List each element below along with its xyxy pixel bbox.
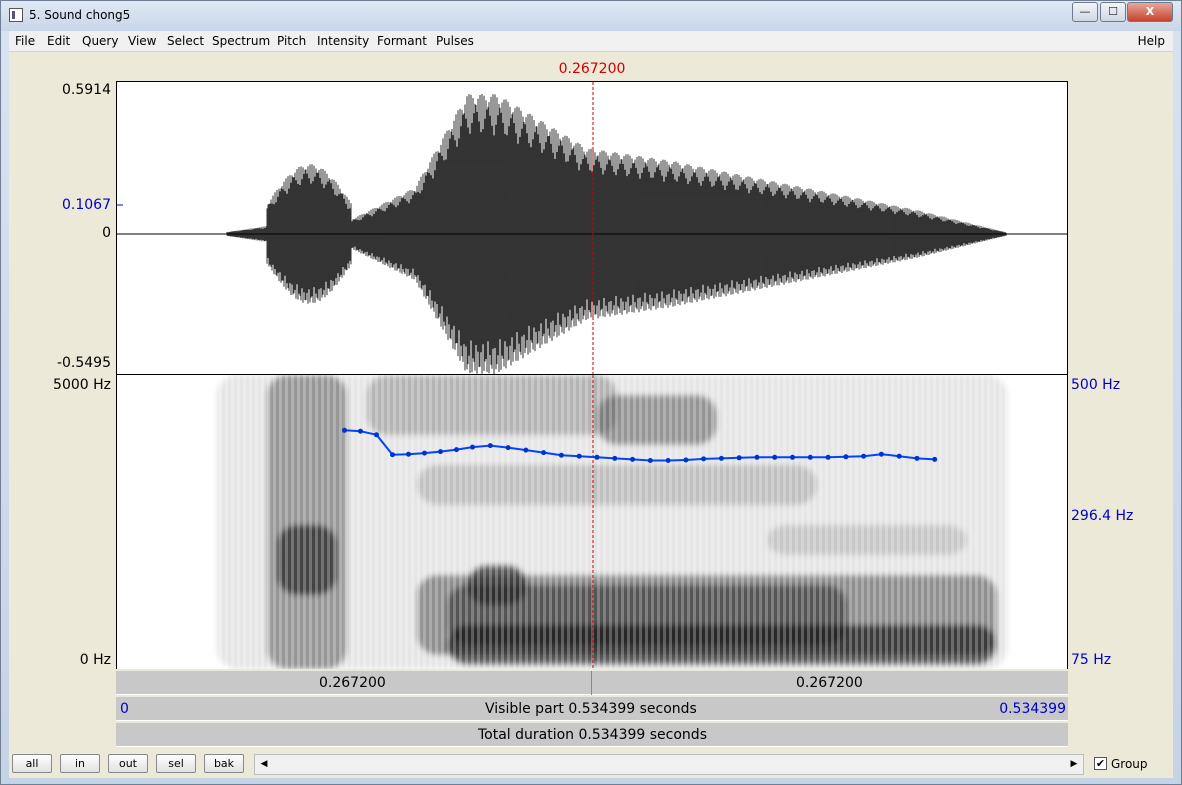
spectrogram-plot bbox=[217, 375, 1007, 669]
spectrogram-panel[interactable] bbox=[116, 375, 1068, 669]
maximize-button[interactable]: ☐ bbox=[1100, 2, 1126, 22]
menu-query[interactable]: Query bbox=[82, 34, 118, 48]
group-label: Group bbox=[1111, 757, 1148, 771]
pitch-point bbox=[683, 457, 689, 463]
pitch-point bbox=[647, 458, 653, 463]
menu-help[interactable]: Help bbox=[1138, 34, 1165, 48]
pitch-point bbox=[807, 454, 813, 460]
menu-file[interactable]: File bbox=[15, 34, 35, 48]
pitch-point bbox=[612, 455, 618, 461]
pitch-cursor-label: 296.4 Hz bbox=[1071, 508, 1134, 524]
pitch-point bbox=[825, 454, 831, 460]
visible-start: 0 bbox=[120, 701, 129, 717]
waveform-y-max: 0.5914 bbox=[62, 82, 111, 98]
bottom-toolbar: all in out sel bak ◀ ▶ ✔ Group bbox=[9, 751, 1173, 778]
group-checkbox[interactable]: ✔ bbox=[1094, 757, 1107, 770]
pitch-point bbox=[454, 447, 459, 453]
pitch-point bbox=[438, 449, 443, 455]
pitch-max-label: 500 Hz bbox=[1071, 377, 1121, 393]
timebar-left-label: 0.267200 bbox=[319, 675, 386, 691]
pitch-point bbox=[665, 458, 671, 463]
visible-timebar[interactable]: 0 Visible part 0.534399 seconds 0.534399 bbox=[116, 697, 1068, 721]
spectro-freq-max: 5000 Hz bbox=[53, 377, 111, 393]
pitch-point bbox=[718, 455, 724, 461]
pitch-point bbox=[390, 452, 395, 458]
waveform-y-min: -0.5495 bbox=[56, 355, 111, 371]
menu-spectrum[interactable]: Spectrum bbox=[212, 34, 270, 48]
app-icon bbox=[9, 8, 23, 22]
pitch-point bbox=[701, 456, 707, 462]
pitch-point bbox=[878, 451, 884, 457]
praat-sound-window: 5. Sound chong5 — ☐ X File Edit Query Vi… bbox=[0, 0, 1182, 785]
zoom-in-button[interactable]: in bbox=[60, 754, 100, 773]
pitch-point bbox=[541, 450, 547, 456]
pitch-point bbox=[790, 454, 795, 460]
pitch-point bbox=[630, 456, 635, 462]
waveform-y-zero: 0 bbox=[102, 225, 111, 241]
pitch-point bbox=[374, 432, 379, 438]
window-title: 5. Sound chong5 bbox=[29, 8, 131, 22]
client-area: File Edit Query View Select Spectrum Pit… bbox=[9, 31, 1173, 778]
pitch-point bbox=[558, 452, 564, 458]
total-timebar[interactable]: Total duration 0.534399 seconds bbox=[116, 723, 1068, 747]
pitch-point bbox=[843, 454, 849, 460]
waveform-plot bbox=[115, 82, 1067, 374]
zoom-sel-button[interactable]: sel bbox=[156, 754, 196, 773]
pitch-min-label: 75 Hz bbox=[1071, 652, 1112, 668]
time-scrollbar[interactable]: ◀ ▶ bbox=[254, 754, 1084, 775]
visible-end: 0.534399 bbox=[999, 701, 1066, 717]
close-button[interactable]: X bbox=[1127, 2, 1173, 22]
pitch-point bbox=[736, 455, 742, 461]
pitch-point bbox=[470, 444, 475, 450]
spectrogram-striation bbox=[217, 375, 1007, 669]
pitch-point bbox=[896, 453, 902, 459]
pitch-point bbox=[523, 447, 529, 453]
pitch-point bbox=[505, 445, 511, 451]
pitch-point bbox=[932, 456, 938, 462]
cursor-time-label: 0.267200 bbox=[558, 61, 626, 77]
menu-formant[interactable]: Formant bbox=[377, 34, 427, 48]
menu-select[interactable]: Select bbox=[167, 34, 204, 48]
pitch-point bbox=[754, 454, 760, 460]
pitch-point bbox=[914, 455, 920, 461]
pitch-point bbox=[861, 453, 867, 459]
pitch-point bbox=[594, 454, 600, 460]
pitch-point bbox=[342, 427, 347, 433]
selection-timebar[interactable]: 0.267200 0.267200 bbox=[116, 671, 1068, 695]
pitch-point bbox=[358, 428, 363, 434]
spectro-freq-min: 0 Hz bbox=[79, 652, 111, 668]
menu-intensity[interactable]: Intensity bbox=[317, 34, 369, 48]
total-duration-label: Total duration 0.534399 seconds bbox=[478, 727, 707, 743]
pitch-point bbox=[487, 443, 493, 449]
timebar-right-label: 0.267200 bbox=[796, 675, 863, 691]
menu-pitch[interactable]: Pitch bbox=[277, 34, 306, 48]
pitch-point bbox=[422, 450, 427, 456]
waveform-panel[interactable] bbox=[115, 81, 1068, 375]
minimize-button[interactable]: — bbox=[1072, 2, 1098, 22]
scroll-right-icon[interactable]: ▶ bbox=[1067, 757, 1081, 772]
pitch-point bbox=[772, 454, 778, 460]
menu-bar: File Edit Query View Select Spectrum Pit… bbox=[9, 31, 1173, 52]
menu-view[interactable]: View bbox=[128, 34, 156, 48]
title-bar: 5. Sound chong5 — ☐ X bbox=[1, 1, 1181, 31]
zoom-back-button[interactable]: bak bbox=[204, 754, 244, 773]
waveform-y-cursor: 0.1067 bbox=[62, 197, 111, 213]
pitch-point bbox=[406, 451, 411, 457]
visible-part-label: Visible part 0.534399 seconds bbox=[485, 701, 697, 717]
zoom-out-button[interactable]: out bbox=[108, 754, 148, 773]
menu-pulses[interactable]: Pulses bbox=[436, 34, 474, 48]
scroll-left-icon[interactable]: ◀ bbox=[257, 757, 271, 772]
zoom-all-button[interactable]: all bbox=[12, 754, 52, 773]
menu-edit[interactable]: Edit bbox=[47, 34, 70, 48]
pitch-point bbox=[576, 453, 582, 459]
